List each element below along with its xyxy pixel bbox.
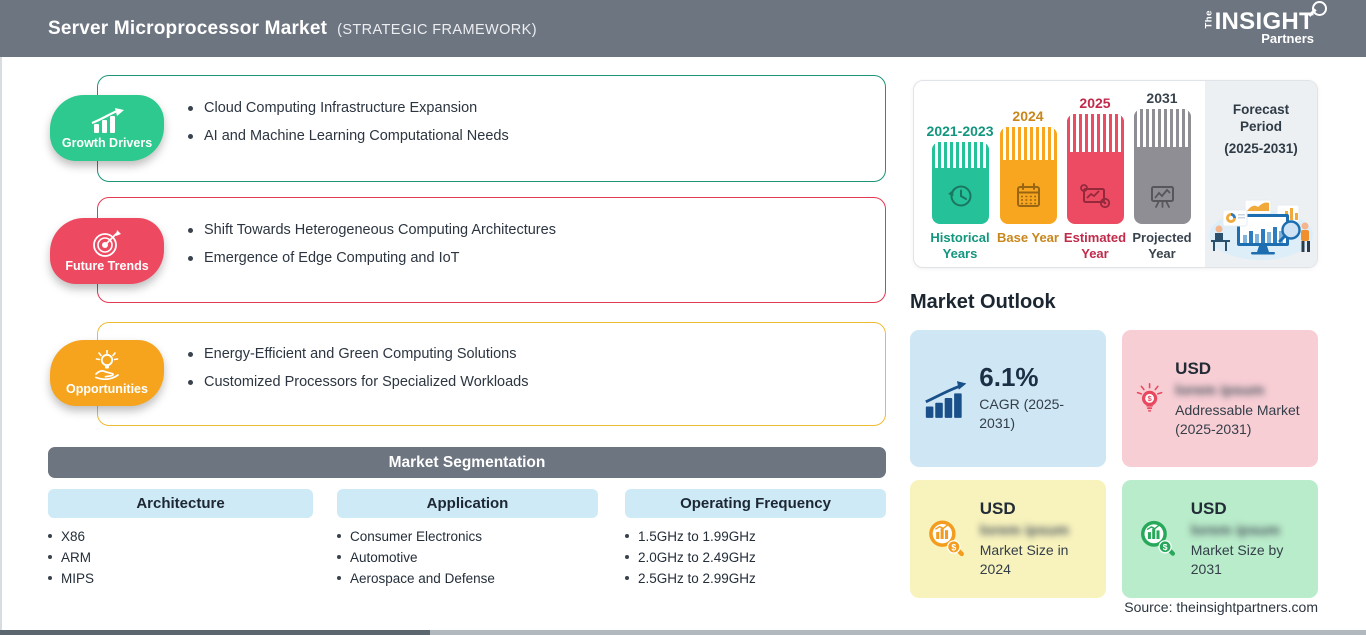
header-title-wrap: Server Microprocessor Market (STRATEGIC … (48, 18, 537, 40)
blurred-value: lorem ipsum (1175, 381, 1265, 399)
blurred-value: lorem ipsum (1190, 522, 1280, 540)
currency-label: USD (1175, 358, 1212, 378)
architecture-list: X86 ARM MIPS (48, 526, 94, 589)
magnifier-chart-icon-orange: $ (929, 520, 964, 557)
market-segmentation-header: Market Segmentation (48, 447, 886, 478)
bulb-hand-icon (95, 350, 119, 380)
bar-caption: Projected Year (1132, 230, 1192, 261)
size-2031-text-block: USD lorem ipsum Market Size by 2031 (1191, 499, 1305, 579)
source-attribution: Source: theinsightpartners.com (1124, 599, 1318, 615)
svg-text:$: $ (1163, 542, 1168, 552)
infographic-page: Server Microprocessor Market (STRATEGIC … (0, 0, 1366, 635)
svg-text:$: $ (951, 542, 956, 552)
year-label: 2024 (1012, 108, 1044, 124)
magnifier-icon (1308, 1, 1327, 17)
currency-label: USD (979, 499, 1016, 519)
addressable-text-block: USD lorem ipsum Addressable Market (2025… (1175, 359, 1305, 439)
history-clock-icon (948, 185, 972, 207)
timeline-column-estimated: 2025 Estimated Year (1064, 90, 1126, 262)
growth-drivers-badge: Growth Drivers (50, 95, 164, 161)
insight-partners-logo: The INSIGHT Partners (1203, 1, 1327, 46)
bulb-dollar-icon: $ (1136, 382, 1163, 412)
forecast-line2: Period (1239, 119, 1282, 134)
cagr-value: 6.1% (979, 361, 1039, 392)
column-header-operating-frequency: Operating Frequency (625, 489, 886, 518)
list-item: ARM (48, 547, 94, 568)
bar-caption: Base Year (997, 230, 1059, 245)
projection-screen-icon (1151, 186, 1174, 208)
list-item: Energy-Efficient and Green Computing Sol… (188, 340, 529, 368)
page-title: Server Microprocessor Market (48, 17, 328, 39)
cagr-label: CAGR (2025-2031) (979, 396, 1065, 432)
logo-top-row: The INSIGHT (1203, 1, 1327, 36)
opportunities-list: Energy-Efficient and Green Computing Sol… (188, 340, 529, 396)
magnifier-chart-icon-green: $ (1141, 520, 1176, 556)
list-item: Customized Processors for Specialized Wo… (188, 368, 529, 396)
cagr-growth-icon (925, 380, 967, 418)
timeline-bar-historical (931, 142, 989, 224)
card-description: Addressable Market (2025-2031) (1175, 401, 1300, 437)
list-item: Consumer Electronics (337, 526, 495, 547)
column-header-application: Application (337, 489, 598, 518)
cagr-card: 6.1% CAGR (2025-2031) (910, 330, 1106, 467)
operating-frequency-list: 1.5GHz to 1.99GHz 2.0GHz to 2.49GHz 2.5G… (625, 526, 756, 589)
timeline-bar-base (999, 127, 1057, 224)
future-trends-label: Future Trends (65, 259, 149, 273)
footer-bar-light (430, 630, 1366, 635)
estimate-gear-chart-icon (1080, 184, 1111, 209)
calendar-icon (1017, 183, 1040, 207)
card-description: Market Size in 2024 (979, 542, 1069, 577)
future-trends-list: Shift Towards Heterogeneous Computing Ar… (188, 216, 556, 272)
timeline-bar-estimated (1066, 114, 1124, 224)
list-item: AI and Machine Learning Computational Ne… (188, 122, 509, 150)
analytics-illustration (1209, 199, 1313, 260)
list-item: Shift Towards Heterogeneous Computing Ar… (188, 216, 556, 244)
page-left-border (0, 57, 2, 630)
target-dart-icon (93, 230, 121, 257)
logo-word-the: The (1203, 9, 1215, 28)
list-item: Emergence of Edge Computing and IoT (188, 244, 556, 272)
list-item: Aerospace and Defense (337, 568, 495, 589)
timeline-column-historical: 2021-2023 Historical Years (927, 90, 994, 262)
growth-chart-icon (91, 107, 124, 133)
year-label: 2025 (1079, 95, 1111, 111)
bar-caption: Estimated Year (1063, 230, 1127, 261)
opportunities-label: Opportunities (66, 382, 148, 396)
page-subtitle: (STRATEGIC FRAMEWORK) (337, 21, 537, 38)
list-item: MIPS (48, 568, 94, 589)
list-item: 1.5GHz to 1.99GHz (625, 526, 756, 547)
list-item: X86 (48, 526, 94, 547)
application-list: Consumer Electronics Automotive Aerospac… (337, 526, 495, 589)
forecast-range: (2025-2031) (1224, 141, 1298, 156)
header-bar: Server Microprocessor Market (STRATEGIC … (0, 0, 1366, 57)
market-size-2031-card: $ USD lorem ipsum Market Size by 2031 (1122, 480, 1318, 598)
list-item: 2.0GHz to 2.49GHz (625, 547, 756, 568)
market-outlook-title: Market Outlook (910, 291, 1056, 313)
market-size-2024-card: $ USD lorem ipsum Market Size in 2024 (910, 480, 1106, 598)
forecast-line1: Forecast (1232, 102, 1290, 117)
bar-caption: Historical Years (930, 230, 990, 261)
opportunities-badge: Opportunities (50, 340, 164, 406)
list-item: 2.5GHz to 2.99GHz (625, 568, 756, 589)
footer-bar-dark (0, 630, 430, 635)
blurred-value: lorem ipsum (979, 522, 1069, 540)
column-header-architecture: Architecture (48, 489, 313, 518)
timeline-bar-projected (1133, 109, 1191, 224)
timeline-column-projected: 2031 Projected Year (1132, 90, 1191, 262)
list-item: Automotive (337, 547, 495, 568)
size-2024-text-block: USD lorem ipsum Market Size in 2024 (980, 499, 1093, 579)
growth-drivers-list: Cloud Computing Infrastructure Expansion… (188, 94, 509, 150)
addressable-market-card: $ USD lorem ipsum Addressable Market (20… (1122, 330, 1318, 467)
logo-word-insight: INSIGHT (1214, 8, 1314, 35)
card-description: Market Size by 2031 (1190, 542, 1284, 577)
cagr-text-block: 6.1% CAGR (2025-2031) (979, 361, 1093, 433)
year-label: 2021-2023 (926, 123, 994, 139)
forecast-period-panel: Forecast Period (2025-2031) (1205, 81, 1317, 267)
currency-label: USD (1190, 499, 1227, 519)
timeline-column-base: 2024 Base Year (997, 90, 1059, 262)
growth-drivers-label: Growth Drivers (61, 135, 153, 150)
year-label: 2031 (1146, 90, 1178, 106)
future-trends-badge: Future Trends (50, 218, 164, 284)
list-item: Cloud Computing Infrastructure Expansion (188, 94, 509, 122)
